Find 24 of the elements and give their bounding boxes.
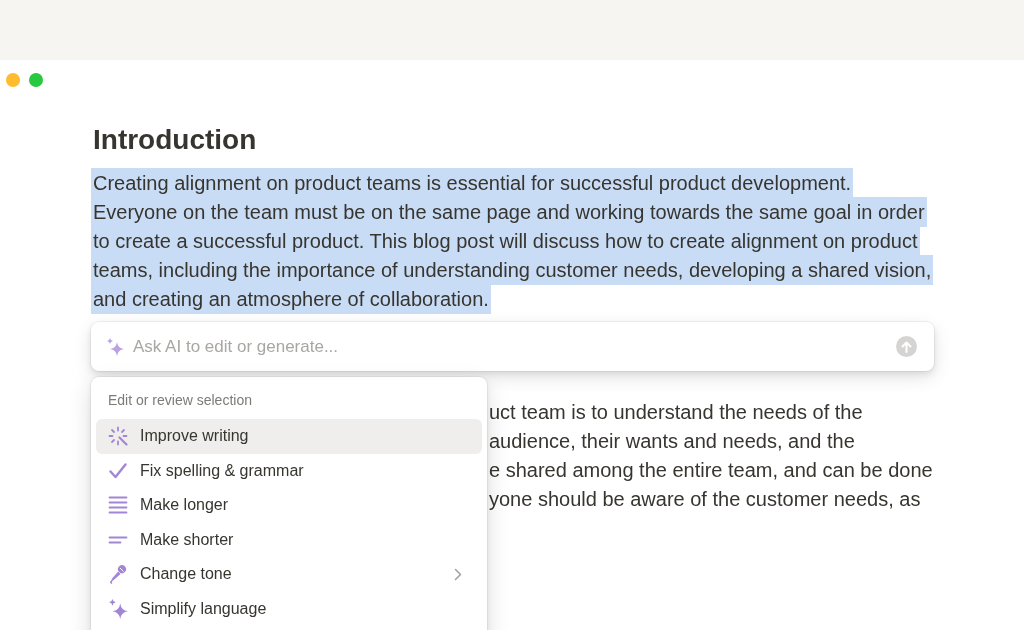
- window-control-button[interactable]: [6, 73, 20, 87]
- menu-item[interactable]: Make longer: [96, 488, 482, 523]
- prompt-input[interactable]: Ask AI to edit or generate...: [133, 331, 896, 362]
- microphone-icon: [108, 564, 128, 585]
- text-lines-icon: [108, 496, 128, 515]
- paragraph-line: e shared among the entire team, and can be done: [489, 458, 933, 483]
- menu-item[interactable]: Fix spelling & grammar: [96, 453, 482, 488]
- check-icon: [108, 460, 128, 481]
- page-heading: Introduction: [93, 123, 257, 157]
- menu-item[interactable]: Improve writing: [96, 419, 482, 454]
- sparkle-icon: [108, 598, 128, 619]
- window-control-button[interactable]: [29, 73, 43, 87]
- menu-item[interactable]: Change tone: [96, 557, 482, 592]
- paragraph-line: yone should be aware of the customer needs, as: [489, 487, 921, 512]
- short-lines-icon: [108, 535, 128, 544]
- magic-wand-icon: [108, 426, 128, 447]
- menu-item[interactable]: Make shorter: [96, 522, 482, 557]
- paragraph-line: uct team is to understand the needs of the: [489, 400, 863, 425]
- menu-item[interactable]: Simplify language: [96, 591, 482, 626]
- submit-button[interactable]: [896, 336, 917, 357]
- arrow-up-icon: [901, 340, 912, 353]
- paragraph-line: audience, their wants and needs, and the: [489, 429, 855, 454]
- menu-heading: Edit or review selection: [108, 391, 252, 410]
- sparkle-icon: [106, 337, 124, 356]
